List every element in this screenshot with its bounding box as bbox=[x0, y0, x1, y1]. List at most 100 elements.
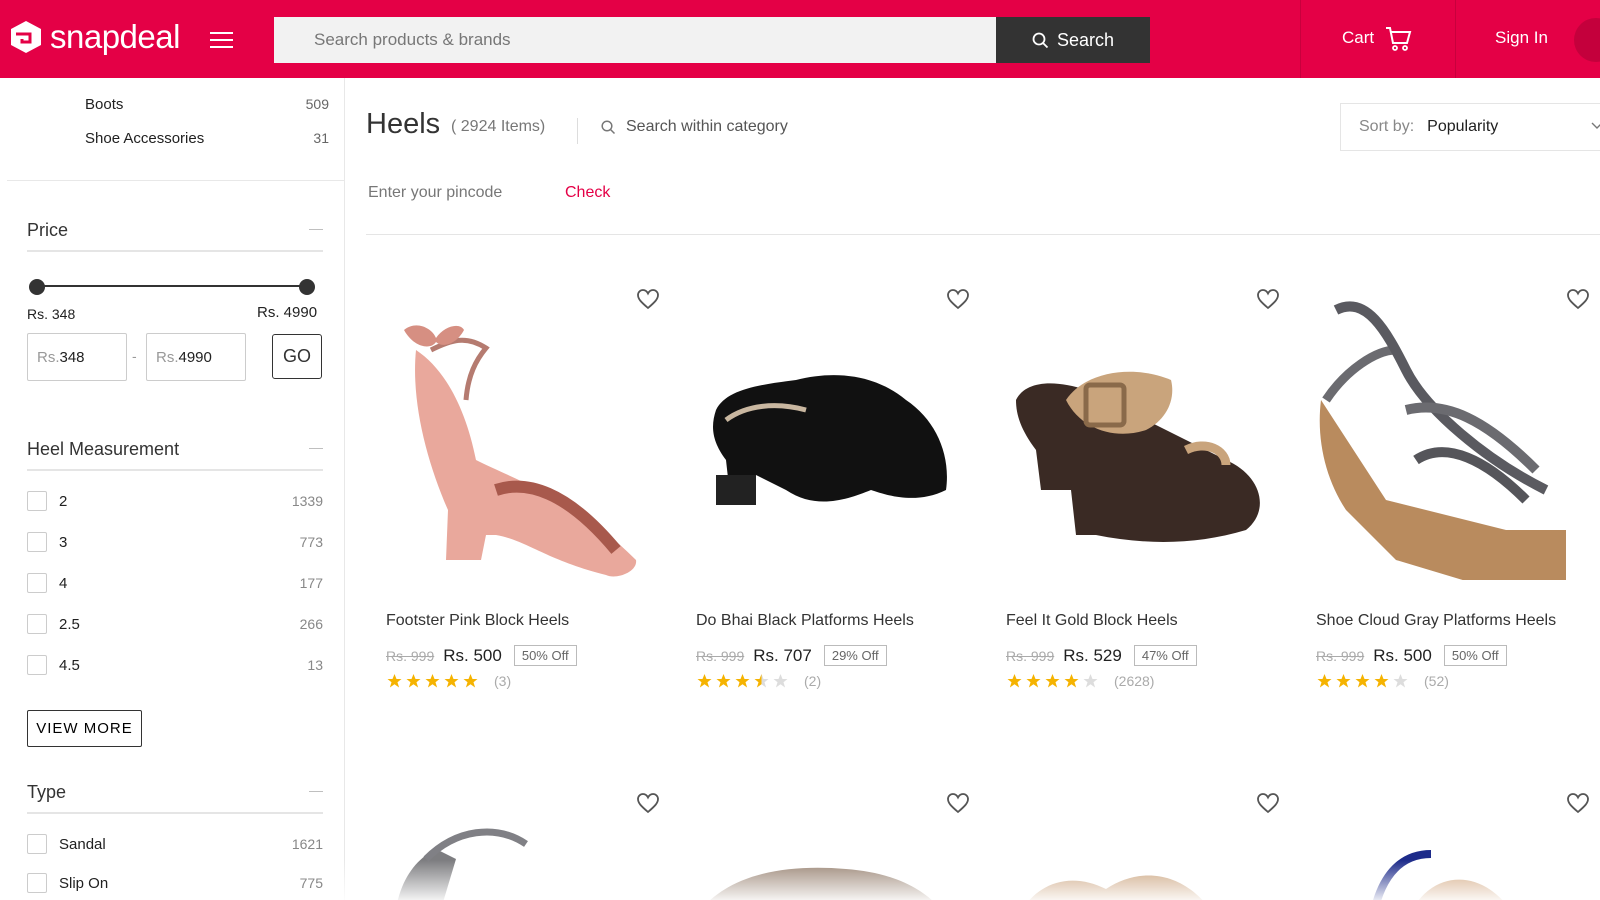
price-slider-max-handle[interactable] bbox=[299, 279, 315, 295]
pincode-check-link[interactable]: Check bbox=[565, 184, 610, 202]
category-item-shoe-accessories[interactable]: Shoe Accessories 31 bbox=[85, 130, 329, 147]
option-label: Sandal bbox=[59, 835, 106, 853]
product-card[interactable] bbox=[986, 774, 1286, 900]
product-image[interactable] bbox=[1336, 829, 1536, 900]
checkbox[interactable] bbox=[27, 491, 47, 511]
divider bbox=[7, 180, 345, 181]
star-rating bbox=[386, 673, 479, 689]
search-icon bbox=[1032, 32, 1049, 48]
discount-badge: 50% Off bbox=[513, 645, 577, 666]
cart-label: Cart bbox=[1342, 28, 1375, 47]
original-price: Rs. 999 bbox=[696, 647, 745, 664]
product-card[interactable]: Feel It Gold Block Heels Rs. 999 Rs. 529… bbox=[986, 270, 1286, 720]
star-icon bbox=[1007, 674, 1022, 688]
checkbox[interactable] bbox=[27, 834, 47, 854]
wishlist-heart-icon[interactable] bbox=[636, 792, 660, 814]
wishlist-heart-icon[interactable] bbox=[946, 792, 970, 814]
star-icon bbox=[1374, 674, 1389, 688]
price-go-button[interactable]: GO bbox=[272, 334, 322, 379]
star-icon bbox=[1336, 674, 1351, 688]
search-button[interactable]: Search bbox=[996, 17, 1150, 63]
view-more-button[interactable]: VIEW MORE bbox=[27, 710, 142, 747]
price-min-value: 348 bbox=[59, 348, 85, 366]
original-price: Rs. 999 bbox=[1006, 647, 1055, 664]
rating-row: (3) bbox=[386, 673, 511, 689]
product-image[interactable] bbox=[1006, 859, 1256, 900]
product-card[interactable] bbox=[366, 774, 666, 900]
collapse-icon[interactable]: — bbox=[309, 220, 323, 241]
discount-badge: 50% Off bbox=[1443, 645, 1507, 666]
price-slider-track[interactable] bbox=[37, 285, 307, 287]
heel-filter-header[interactable]: Heel Measurement — bbox=[27, 439, 323, 471]
type-option-slip-on[interactable]: Slip On 775 bbox=[27, 873, 323, 893]
product-name[interactable]: Shoe Cloud Gray Platforms Heels bbox=[1316, 612, 1556, 630]
product-image[interactable] bbox=[376, 290, 646, 580]
snapdeal-logo[interactable]: snapdeal bbox=[8, 18, 180, 56]
user-avatar-icon[interactable] bbox=[1574, 18, 1600, 62]
checkbox[interactable] bbox=[27, 655, 47, 675]
option-count: 1339 bbox=[291, 493, 323, 509]
star-icon bbox=[425, 674, 440, 688]
category-search[interactable]: Search within category bbox=[601, 118, 788, 136]
category-count: 31 bbox=[313, 130, 329, 146]
product-card[interactable]: Do Bhai Black Platforms Heels Rs. 999 Rs… bbox=[676, 270, 976, 720]
product-name[interactable]: Feel It Gold Block Heels bbox=[1006, 612, 1178, 630]
sort-dropdown[interactable]: Sort by: Popularity bbox=[1340, 103, 1600, 151]
price-max-label: Rs. 4990 bbox=[257, 304, 318, 321]
chevron-down-icon bbox=[1591, 122, 1600, 129]
star-icon bbox=[735, 674, 750, 688]
product-card[interactable] bbox=[676, 774, 976, 900]
price-slider-min-handle[interactable] bbox=[29, 279, 45, 295]
option-count: 773 bbox=[299, 534, 323, 550]
wishlist-heart-icon[interactable] bbox=[1256, 792, 1280, 814]
category-item-boots[interactable]: Boots 509 bbox=[85, 96, 329, 113]
wishlist-heart-icon[interactable] bbox=[1566, 792, 1590, 814]
price-max-input[interactable]: Rs. 4990 bbox=[146, 333, 246, 381]
type-option-sandal[interactable]: Sandal 1621 bbox=[27, 834, 323, 854]
checkbox[interactable] bbox=[27, 873, 47, 893]
type-filter-title: Type bbox=[27, 782, 67, 802]
currency-prefix: Rs. bbox=[37, 348, 60, 366]
product-card[interactable]: Footster Pink Block Heels Rs. 999 Rs. 50… bbox=[366, 270, 666, 720]
checkbox[interactable] bbox=[27, 532, 47, 552]
menu-icon[interactable] bbox=[210, 32, 233, 50]
price-range-separator: - bbox=[132, 348, 137, 364]
product-name[interactable]: Footster Pink Block Heels bbox=[386, 612, 569, 630]
review-count: (52) bbox=[1424, 673, 1449, 689]
price-min-input[interactable]: Rs. 348 bbox=[27, 333, 127, 381]
review-count: (3) bbox=[494, 673, 512, 689]
page-title: Heels bbox=[366, 108, 441, 140]
product-image[interactable] bbox=[996, 290, 1266, 580]
product-name[interactable]: Do Bhai Black Platforms Heels bbox=[696, 612, 914, 630]
heel-option-2[interactable]: 2 1339 bbox=[27, 491, 323, 511]
sale-price: Rs. 529 bbox=[1063, 645, 1122, 665]
currency-prefix: Rs. bbox=[156, 348, 179, 366]
logo-text: snapdeal bbox=[50, 18, 180, 55]
sign-in-link[interactable]: Sign In bbox=[1495, 28, 1548, 48]
price-filter-header[interactable]: Price — bbox=[27, 220, 323, 252]
product-image[interactable] bbox=[1306, 290, 1576, 580]
price-row: Rs. 999 Rs. 500 50% Off bbox=[1316, 645, 1507, 666]
product-image[interactable] bbox=[686, 290, 956, 580]
heel-option-4[interactable]: 4 177 bbox=[27, 573, 323, 593]
category-search-placeholder: Search within category bbox=[626, 118, 788, 135]
product-image[interactable] bbox=[696, 844, 946, 900]
price-row: Rs. 999 Rs. 500 50% Off bbox=[386, 645, 577, 666]
type-filter-header[interactable]: Type — bbox=[27, 782, 323, 814]
heel-option-3[interactable]: 3 773 bbox=[27, 532, 323, 552]
cart-button[interactable]: Cart bbox=[1342, 24, 1412, 52]
collapse-icon[interactable]: — bbox=[309, 439, 323, 460]
checkbox[interactable] bbox=[27, 573, 47, 593]
pincode-input[interactable]: Enter your pincode bbox=[368, 184, 502, 202]
product-card[interactable]: Shoe Cloud Gray Platforms Heels Rs. 999 … bbox=[1296, 270, 1596, 720]
search-input[interactable] bbox=[274, 17, 996, 63]
category-label: Boots bbox=[85, 96, 124, 113]
product-image[interactable] bbox=[386, 819, 556, 900]
checkbox[interactable] bbox=[27, 614, 47, 634]
option-label: 3 bbox=[59, 533, 68, 551]
sale-price: Rs. 707 bbox=[753, 645, 812, 665]
heel-option-4-5[interactable]: 4.5 13 bbox=[27, 655, 323, 675]
product-card[interactable] bbox=[1296, 774, 1596, 900]
collapse-icon[interactable]: — bbox=[309, 782, 323, 803]
heel-option-2-5[interactable]: 2.5 266 bbox=[27, 614, 323, 634]
